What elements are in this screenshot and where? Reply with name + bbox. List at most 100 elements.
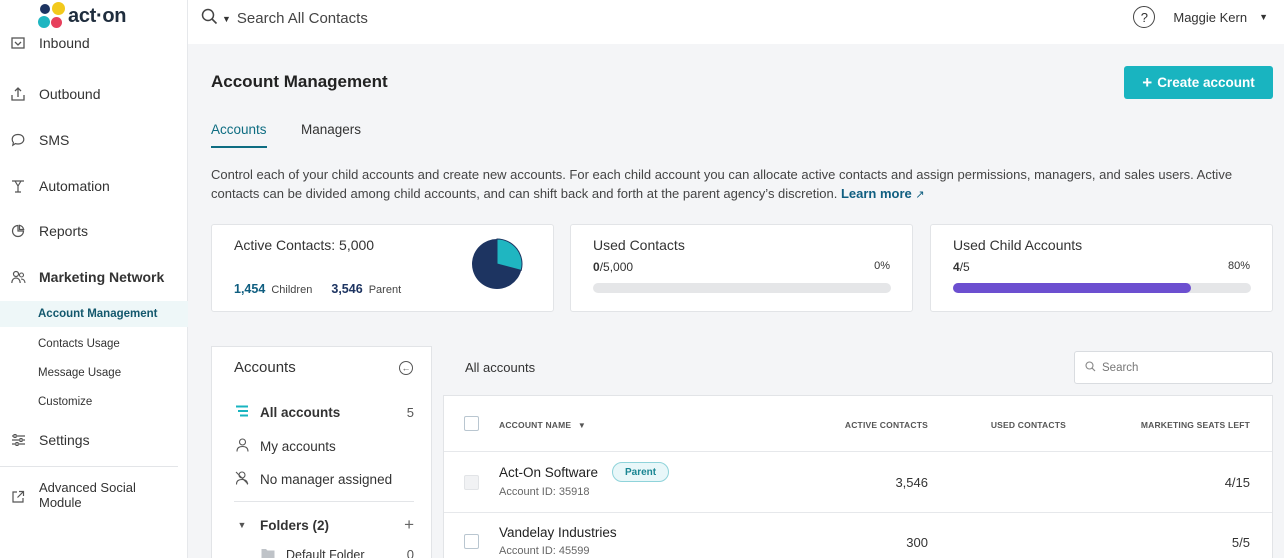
user-icon [234,438,250,455]
row-checkbox[interactable] [464,534,479,549]
folder-count: 0 [406,547,414,558]
sidebar-item-automation[interactable]: Automation [0,168,188,204]
folders-toggle[interactable]: ▼ Folders (2) + [234,515,414,535]
used-child-accounts-progress-bar [953,283,1251,293]
active-contacts-breakdown: 1,454 Children 3,546 Parent [234,282,401,296]
parent-badge: Parent [612,462,670,482]
upload-icon [10,86,26,102]
network-icon [10,269,26,285]
global-search-input[interactable]: Search All Contacts [237,10,368,27]
chat-bubble-icon [10,132,26,148]
tab-managers[interactable]: Managers [301,122,361,146]
account-id: Account ID: 35918 [499,486,590,498]
search-icon [201,8,218,29]
external-link-icon: ↗ [915,188,925,201]
sidebar-item-reports[interactable]: Reports [0,213,188,249]
used-contacts-value: 0/5,000 [593,260,634,274]
sidebar-subitem-message-usage[interactable]: Message Usage [0,360,188,386]
marketing-seats-cell: 4/15 [1224,475,1250,490]
children-count: 1,454 [234,282,266,296]
sidebar-subitem-customize[interactable]: Customize [0,389,188,415]
folder-icon [260,547,276,558]
used-contacts-card: Used Contacts 0/5,000 0% [570,224,913,312]
user-menu[interactable]: ? Maggie Kern ▼ [1133,6,1268,28]
user-off-icon [234,471,250,488]
sidebar-item-marketing-network[interactable]: Marketing Network [0,259,188,295]
collapse-panel-icon[interactable]: ← [399,361,413,375]
sidebar-item-sms[interactable]: SMS [0,122,188,158]
column-header-account-name[interactable]: ACCOUNT NAME ▼ [499,420,586,430]
folders-label: Folders (2) [260,517,330,533]
used-child-accounts-percent: 80% [1227,260,1250,272]
add-folder-icon[interactable]: + [404,515,414,535]
sidebar-item-label: Automation [39,178,110,194]
column-header-marketing-seats[interactable]: MARKETING SEATS LEFT [1141,420,1250,430]
folder-label: Default Folder [286,547,365,558]
search-scope-dropdown-icon[interactable]: ▼ [222,14,231,24]
act-on-logo[interactable]: act·on [38,2,127,30]
sliders-icon [10,432,26,448]
filter-my-accounts[interactable]: My accounts [234,438,414,455]
active-contacts-cell: 3,546 [895,475,928,490]
account-id: Account ID: 45599 [499,545,590,557]
create-account-label: Create account [1157,75,1255,90]
pie-chart-icon [10,223,26,239]
global-search[interactable]: ▼ Search All Contacts [201,8,368,29]
filter-all-accounts[interactable]: All accounts 5 [234,405,414,420]
filter-count: 5 [406,405,414,420]
used-child-accounts-title: Used Child Accounts [953,237,1083,253]
sidebar-item-outbound[interactable]: Outbound [0,76,188,112]
active-contacts-cell: 300 [906,535,928,550]
tab-accounts[interactable]: Accounts [211,122,267,148]
used-contacts-percent: 0% [874,260,890,272]
filter-no-manager[interactable]: No manager assigned [234,471,414,488]
list-icon [234,405,250,420]
table-heading: All accounts [465,360,536,375]
column-header-active-contacts[interactable]: ACTIVE CONTACTS [845,420,928,430]
sidebar: act·on Inbound Outbound SMS Automation R… [0,0,188,558]
accounts-panel: Accounts ← All accounts 5 My accounts No… [211,346,432,558]
filter-label: My accounts [260,439,336,454]
account-name[interactable]: Vandelay Industries [499,525,617,540]
help-icon[interactable]: ? [1133,6,1156,28]
sidebar-item-advanced-social-module[interactable]: Advanced Social Module [0,480,188,514]
external-link-icon [10,489,26,505]
sidebar-item-settings[interactable]: Settings [0,422,188,458]
sidebar-item-label: Marketing Network [39,269,165,285]
sidebar-item-inbound[interactable]: Inbound [0,32,188,62]
logo-mark-icon [38,2,66,30]
sidebar-subitem-contacts-usage[interactable]: Contacts Usage [0,331,188,357]
account-name[interactable]: Act-On Software [499,465,598,480]
row-divider [444,451,1272,452]
sidebar-item-label: Reports [39,223,89,239]
description-text: Control each of your child accounts and … [211,167,1233,201]
row-divider [444,512,1272,513]
accounts-search-input[interactable]: Search [1074,351,1273,384]
search-icon [1085,360,1096,375]
column-header-used-contacts[interactable]: USED CONTACTS [991,420,1066,430]
chevron-down-icon: ▼ [1259,12,1268,22]
search-placeholder: Search [1102,361,1139,374]
marketing-seats-cell: 5/5 [1231,535,1250,550]
active-contacts-pie-chart [472,238,523,289]
panel-divider [234,501,414,502]
page-title: Account Management [211,72,388,91]
children-label: Children [271,284,313,296]
automation-icon [10,178,26,194]
sidebar-item-label: Outbound [39,86,101,102]
inbox-icon [10,35,26,51]
learn-more-link[interactable]: Learn more ↗ [841,186,925,201]
active-contacts-card: Active Contacts: 5,000 1,454 Children 3,… [211,224,554,312]
active-contacts-title: Active Contacts: 5,000 [234,237,375,253]
logo-text: act·on [68,4,127,27]
filter-label: No manager assigned [260,472,393,487]
accounts-table: ACCOUNT NAME ▼ ACTIVE CONTACTS USED CONT… [443,395,1273,558]
select-all-checkbox[interactable] [464,416,479,431]
accounts-panel-title: Accounts [234,359,296,376]
user-name: Maggie Kern [1173,9,1248,25]
folder-default[interactable]: Default Folder 0 [260,547,414,558]
sort-down-icon: ▼ [577,421,586,430]
caret-down-icon: ▼ [237,520,247,530]
sidebar-subitem-account-management[interactable]: Account Management [0,301,188,327]
create-account-button[interactable]: + Create account [1124,66,1273,99]
